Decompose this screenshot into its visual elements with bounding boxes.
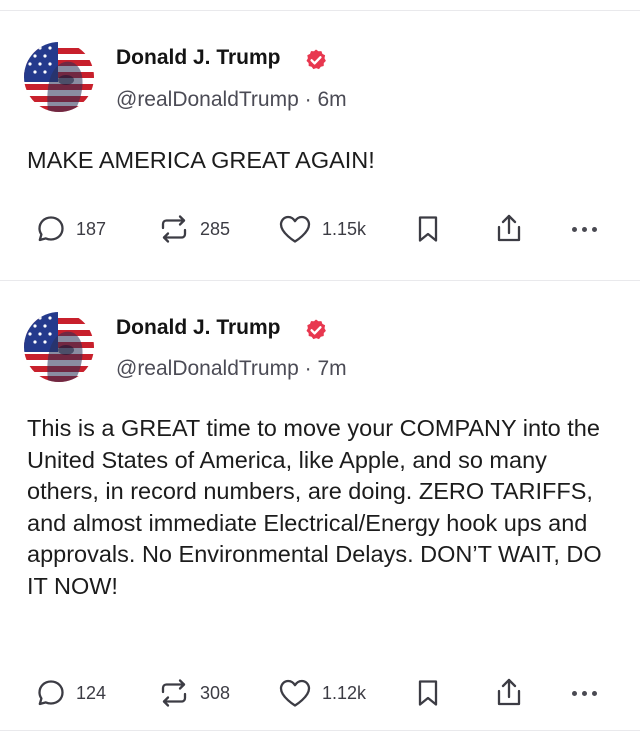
top-divider (0, 10, 640, 11)
like-count: 1.15k (322, 218, 367, 239)
share-button[interactable] (494, 209, 524, 249)
avatar[interactable] (24, 42, 94, 112)
verified-badge-icon (306, 319, 326, 340)
handle-line: @realDonaldTrump · 7m (116, 357, 347, 381)
bookmark-button[interactable] (416, 209, 440, 249)
more-icon (572, 690, 577, 696)
like-icon (279, 679, 311, 707)
more-button[interactable] (572, 673, 597, 713)
handle-line: @realDonaldTrump · 6m (116, 88, 347, 112)
verified-badge-icon (306, 49, 326, 70)
reply-count: 124 (76, 682, 107, 703)
separator: · (304, 357, 312, 380)
more-icon (572, 226, 577, 232)
repost-count: 285 (200, 218, 231, 239)
bookmark-icon (418, 680, 438, 706)
bookmark-icon (418, 216, 438, 242)
action-bar: 124 308 1.12k (0, 673, 640, 713)
post-divider (0, 730, 640, 731)
post-text: This is a GREAT time to move your COMPAN… (27, 415, 602, 599)
like-button[interactable]: 1.12k (278, 673, 366, 713)
reply-icon (38, 680, 64, 706)
share-icon (497, 678, 521, 706)
handle[interactable]: @realDonaldTrump (116, 357, 299, 380)
like-count: 1.12k (322, 682, 367, 703)
share-icon (497, 214, 521, 242)
repost-icon (161, 679, 187, 707)
post-divider (0, 280, 640, 281)
repost-count: 308 (200, 682, 231, 703)
separator: · (304, 88, 312, 111)
timestamp[interactable]: 6m (317, 88, 346, 111)
reply-count: 187 (76, 218, 107, 239)
author-name[interactable]: Donald J. Trump (116, 316, 281, 340)
reply-button[interactable]: 124 (36, 673, 106, 713)
post-text: MAKE AMERICA GREAT AGAIN! (27, 147, 375, 173)
avatar[interactable] (24, 312, 94, 382)
repost-icon (161, 215, 187, 243)
share-button[interactable] (494, 673, 524, 713)
author-name[interactable]: Donald J. Trump (116, 46, 281, 70)
like-button[interactable]: 1.15k (278, 209, 366, 249)
timestamp[interactable]: 7m (317, 357, 346, 380)
more-button[interactable] (572, 209, 597, 249)
reply-icon (38, 216, 64, 242)
like-icon (279, 215, 311, 243)
bookmark-button[interactable] (416, 673, 440, 713)
repost-button[interactable]: 308 (158, 673, 230, 713)
handle[interactable]: @realDonaldTrump (116, 88, 299, 111)
repost-button[interactable]: 285 (158, 209, 230, 249)
action-bar: 187 285 1.15k (0, 209, 640, 249)
reply-button[interactable]: 187 (36, 209, 106, 249)
